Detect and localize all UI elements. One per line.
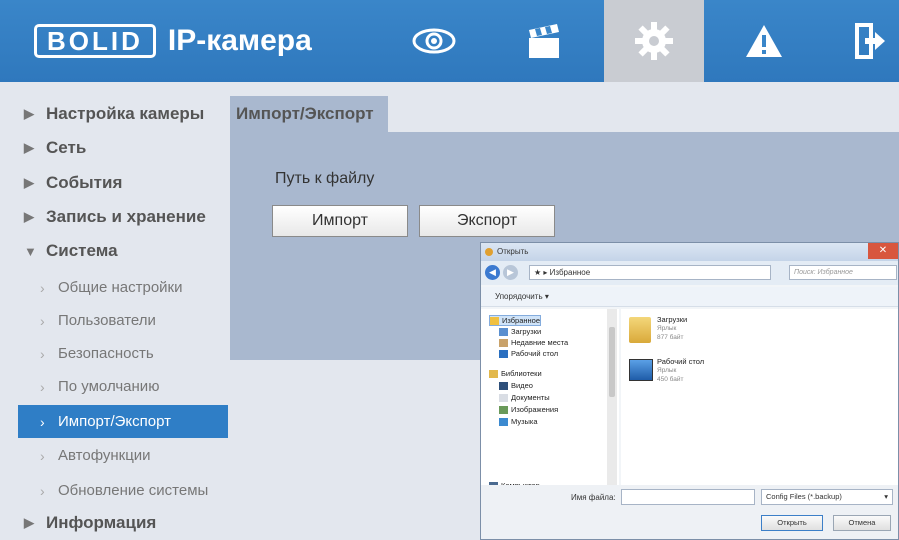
sidebar-subitem-import-export[interactable]: › Импорт/Экспорт [18, 405, 228, 438]
cancel-button[interactable]: Отмена [833, 515, 891, 531]
sidebar-item-label: Информация [46, 513, 157, 532]
dialog-titlebar: Открыть ✕ [481, 243, 898, 261]
desktop-icon [629, 359, 653, 381]
collapse-arrow-icon: ▼ [24, 243, 37, 259]
sidebar-item-label: Система [46, 241, 118, 260]
filetype-select[interactable]: Config Files (*.backup) ▾ [761, 489, 893, 505]
filename-label: Имя файла: [571, 493, 616, 502]
tree-item-pictures[interactable]: Изображения [499, 405, 558, 415]
tree-item-recent[interactable]: Недавние места [499, 338, 568, 348]
search-input[interactable]: Поиск: Избранное [789, 265, 897, 280]
music-icon [499, 418, 508, 427]
forward-icon[interactable]: ▶ [503, 265, 518, 280]
tree-item-video[interactable]: Видео [499, 381, 533, 391]
chevron-right-icon: › [40, 447, 45, 464]
star-icon [490, 317, 499, 326]
sidebar-subitem-update[interactable]: › Обновление системы [18, 474, 228, 507]
tree-item-downloads[interactable]: Загрузки [499, 327, 541, 337]
sidebar-subitem-label: Пользователи [58, 312, 156, 329]
expand-arrow-icon: ▶ [24, 106, 34, 121]
downloads-folder-icon [629, 317, 651, 343]
export-button[interactable]: Экспорт [419, 205, 555, 237]
chevron-right-icon: › [40, 378, 45, 395]
sidebar-subitem-label: Импорт/Экспорт [58, 413, 171, 430]
chevron-right-icon: › [40, 279, 45, 296]
downloads-folder-icon [499, 328, 508, 337]
sidebar-subitem-autofunctions[interactable]: › Автофункции [18, 439, 228, 472]
tree-item-favorites[interactable]: Избранное [489, 315, 542, 327]
video-icon [499, 382, 508, 391]
logo-brand: BOLID [34, 24, 156, 58]
sidebar-item-info[interactable]: ▶ Информация [0, 506, 230, 540]
file-path-label: Путь к файлу [275, 170, 375, 187]
tree-item-libraries[interactable]: Библиотеки [489, 369, 542, 379]
import-button[interactable]: Импорт [272, 205, 408, 237]
address-field[interactable]: ★ ▸ Избранное [529, 265, 771, 280]
open-button[interactable]: Открыть [761, 515, 823, 531]
sidebar-subitem-security[interactable]: › Безопасность [18, 337, 228, 370]
sidebar-subitem-label: Безопасность [58, 345, 154, 362]
sidebar-item-events[interactable]: ▶ События [0, 166, 230, 200]
top-bar: BOLID IP-камера [0, 0, 899, 82]
back-icon[interactable]: ◀ [485, 265, 500, 280]
expand-arrow-icon: ▶ [24, 140, 34, 155]
pictures-icon [499, 406, 508, 415]
expand-arrow-icon: ▶ [24, 515, 34, 530]
chevron-right-icon: › [40, 413, 45, 430]
sidebar-item-label: Настройка камеры [46, 104, 205, 123]
sidebar-subitem-general[interactable]: › Общие настройки [18, 271, 228, 304]
dialog-title: Открыть [497, 247, 529, 256]
tree-item-documents[interactable]: Документы [499, 393, 550, 403]
address-bar: ◀ ▶ ★ ▸ Избранное Поиск: Избранное [481, 261, 898, 285]
clapperboard-icon[interactable] [494, 0, 594, 82]
sidebar-item-system[interactable]: ▼ Система [0, 234, 230, 268]
chevron-right-icon: › [40, 345, 45, 362]
dropdown-arrow-icon: ▾ [884, 492, 888, 501]
sidebar-item-label: События [46, 173, 123, 192]
app-title: IP-камера [167, 24, 312, 57]
tree-item-desktop[interactable]: Рабочий стол [499, 349, 558, 359]
chevron-right-icon: › [40, 482, 45, 499]
warning-icon[interactable] [714, 0, 814, 82]
chevron-right-icon: › [40, 312, 45, 329]
close-button[interactable]: ✕ [868, 243, 898, 259]
tree-scrollbar[interactable] [607, 309, 617, 485]
file-item-desktop[interactable]: Рабочий стол Ярлык 450 байт [629, 357, 749, 384]
sidebar-subitem-label: По умолчанию [58, 378, 160, 395]
sidebar-subitem-defaults[interactable]: › По умолчанию [18, 370, 228, 403]
eye-icon[interactable] [384, 0, 484, 82]
sidebar-item-label: Запись и хранение [46, 207, 206, 226]
browser-icon [485, 248, 493, 256]
file-list: Загрузки Ярлык 877 байт Рабочий стол Ярл… [621, 309, 898, 485]
file-item-downloads[interactable]: Загрузки Ярлык 877 байт [629, 315, 749, 343]
sidebar-subitem-label: Автофункции [58, 447, 151, 464]
dialog-footer: Имя файла: Config Files (*.backup) ▾ Отк… [481, 485, 898, 539]
tree-item-music[interactable]: Музыка [499, 417, 538, 427]
sidebar-subitem-label: Общие настройки [58, 279, 183, 296]
scrollbar-thumb[interactable] [609, 327, 615, 397]
sidebar-item-recording[interactable]: ▶ Запись и хранение [0, 200, 230, 234]
sidebar-subitem-label: Обновление системы [58, 482, 209, 499]
open-file-dialog: Открыть ✕ ◀ ▶ ★ ▸ Избранное Поиск: Избра… [480, 242, 899, 540]
expand-arrow-icon: ▶ [24, 175, 34, 190]
sidebar-item-label: Сеть [46, 138, 87, 157]
sidebar-subitem-users[interactable]: › Пользователи [18, 304, 228, 337]
tab-import-export[interactable]: Импорт/Экспорт [230, 96, 388, 132]
sidebar-item-camera-settings[interactable]: ▶ Настройка камеры [0, 97, 230, 131]
gear-icon[interactable] [604, 0, 704, 82]
recent-places-icon [499, 339, 508, 348]
desktop-icon [499, 350, 508, 359]
logout-icon[interactable] [820, 0, 899, 82]
folder-tree: Избранное Загрузки Недавние места Рабочи… [481, 309, 619, 491]
sidebar-item-network[interactable]: ▶ Сеть [0, 131, 230, 165]
filename-input[interactable] [621, 489, 755, 505]
libraries-icon [489, 370, 498, 379]
documents-icon [499, 394, 508, 403]
dialog-toolbar: Упорядочить ▾ [481, 287, 898, 307]
organize-button[interactable]: Упорядочить ▾ [495, 292, 549, 301]
expand-arrow-icon: ▶ [24, 209, 34, 224]
logo: BOLID IP-камера [34, 22, 312, 60]
